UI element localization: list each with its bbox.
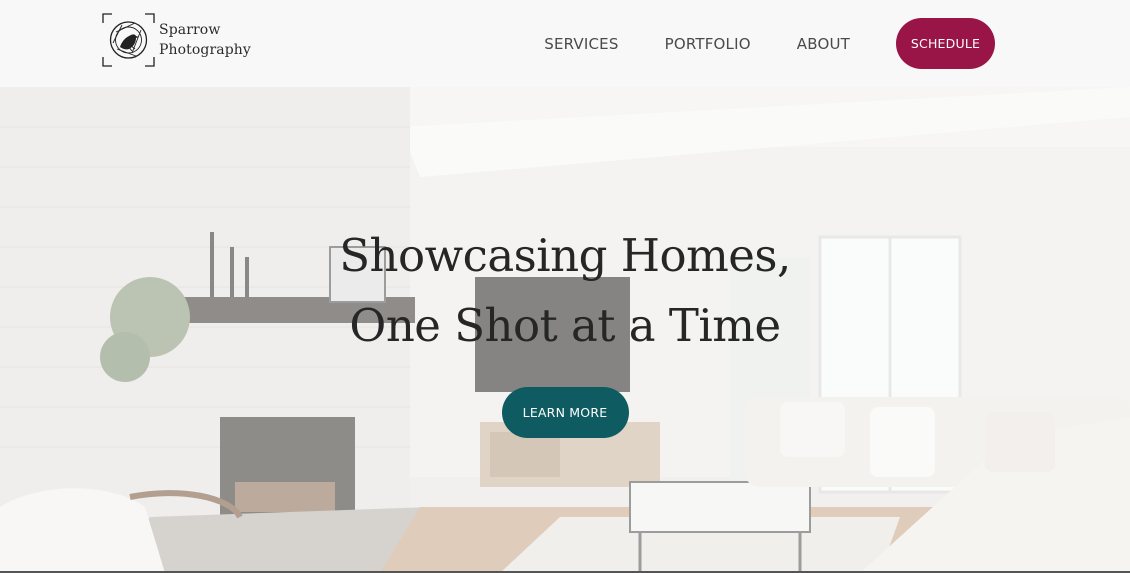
site-header: Sparrow Photography SERVICES PORTFOLIO A… [0,0,1130,87]
nav-portfolio[interactable]: PORTFOLIO [665,35,751,53]
hero-title-line2: One Shot at a Time [349,299,781,352]
main-nav: SERVICES PORTFOLIO ABOUT SCHEDULE [544,18,995,69]
hero-title: Showcasing Homes, One Shot at a Time [0,221,1130,361]
hero-title-line1: Showcasing Homes, [339,229,791,282]
logo[interactable]: Sparrow Photography [102,13,251,67]
schedule-button[interactable]: SCHEDULE [896,18,995,69]
logo-line2: Photography [159,42,251,58]
sparrow-camera-logo-icon [102,13,155,67]
nav-services[interactable]: SERVICES [544,35,618,53]
nav-about[interactable]: ABOUT [797,35,850,53]
logo-line1: Sparrow [159,22,221,38]
hero-content: Showcasing Homes, One Shot at a Time LEA… [0,221,1130,438]
hero: Showcasing Homes, One Shot at a Time LEA… [0,87,1130,573]
learn-more-button[interactable]: LEARN MORE [501,387,629,438]
logo-text: Sparrow Photography [159,20,251,60]
